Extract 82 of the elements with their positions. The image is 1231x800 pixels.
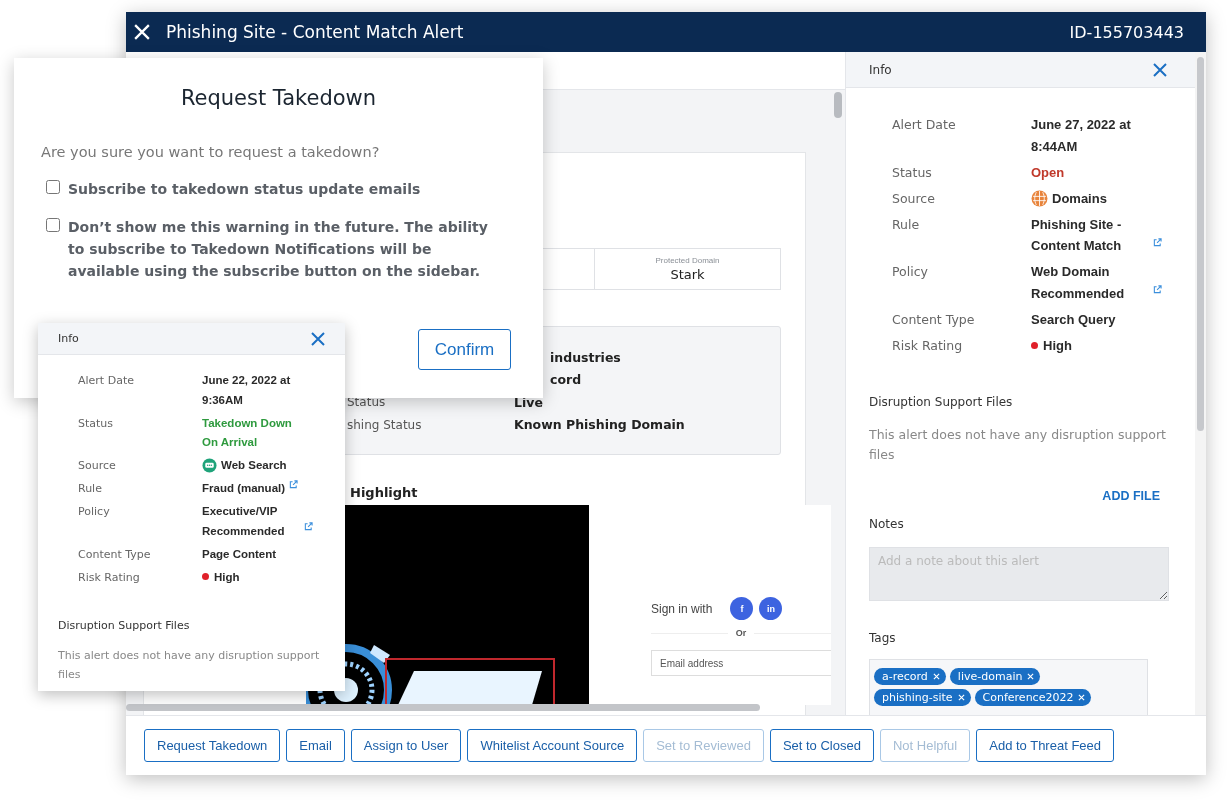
tag[interactable]: a-record bbox=[874, 667, 946, 685]
field-value[interactable]: Fraud (manual) bbox=[202, 479, 286, 499]
alert-id: ID-155703443 bbox=[1069, 22, 1184, 42]
field-label: Content Type bbox=[78, 546, 152, 563]
field-label: Alert Date bbox=[892, 116, 957, 134]
tag[interactable]: Conference2022 bbox=[974, 688, 1092, 706]
tag-label: Conference2022 bbox=[982, 690, 1074, 704]
checkbox-label: Don’t show me this warning in the future. The ability to subscribe to Takedown Notifications will be available using the subscribe button on the sidebar. bbox=[68, 218, 489, 281]
empty-message: This alert does not have any disruption support files bbox=[58, 648, 321, 683]
external-link-icon[interactable] bbox=[1153, 285, 1162, 294]
field-label: Alert Date bbox=[78, 373, 135, 389]
field-value[interactable]: Executive/VIP Recommended bbox=[202, 502, 300, 541]
field-label: Content Type bbox=[892, 310, 976, 329]
social-button[interactable]: in bbox=[759, 597, 783, 620]
field-label: Status bbox=[892, 163, 933, 182]
panel-title: Info bbox=[869, 62, 892, 77]
action-button[interactable]: Add to Threat Feed bbox=[976, 729, 1114, 762]
field-value: Known Phishing Domain bbox=[514, 417, 685, 433]
section-title: Notes bbox=[869, 516, 905, 531]
add-file-link[interactable]: ADD FILE bbox=[1102, 488, 1160, 503]
field-label: Source bbox=[892, 189, 936, 208]
dialog-title: Request Takedown bbox=[179, 86, 378, 110]
tag-label: a-record bbox=[882, 669, 928, 683]
email-field[interactable]: Email address bbox=[651, 650, 831, 676]
field-label: Risk Rating bbox=[78, 569, 141, 586]
checkbox[interactable] bbox=[46, 180, 60, 194]
field-label: Source bbox=[78, 458, 117, 474]
confirm-button[interactable]: Confirm bbox=[418, 329, 511, 370]
tag[interactable]: live-domain bbox=[949, 667, 1041, 685]
tag-label: phishing-site bbox=[882, 690, 953, 704]
tag-label: live-domain bbox=[957, 669, 1023, 683]
action-button[interactable]: Assign to User bbox=[350, 729, 462, 762]
external-link-icon[interactable] bbox=[1153, 237, 1162, 247]
field-value[interactable]: Phishing Site - Content Match bbox=[1031, 213, 1149, 257]
action-button[interactable]: Email bbox=[286, 729, 345, 762]
field-value: Page Content bbox=[202, 546, 277, 562]
status-value: Takedown Down On Arrival bbox=[202, 415, 293, 450]
checkbox-label: Subscribe to takedown status update emails bbox=[68, 180, 422, 199]
remove-icon[interactable] bbox=[932, 672, 940, 680]
section-title: Disruption Support Files bbox=[58, 619, 191, 632]
field-label: Status bbox=[78, 415, 115, 432]
section-title: Highlight bbox=[350, 484, 419, 502]
field-label: shing Status bbox=[347, 417, 423, 432]
action-button[interactable]: Request Takedown bbox=[144, 729, 281, 762]
social-button[interactable]: f bbox=[730, 597, 754, 620]
section-title: Disruption Support Files bbox=[869, 394, 1014, 409]
field-value: High bbox=[1043, 336, 1072, 355]
field-value: Live bbox=[514, 394, 543, 410]
field-value: Domains bbox=[1052, 189, 1107, 208]
empty-message: This alert does not have any disruption support files bbox=[869, 425, 1167, 464]
remove-icon[interactable] bbox=[1027, 672, 1035, 680]
tags-field[interactable]: a-record live-domain phishing-site Conference2022 bbox=[869, 658, 1148, 715]
checkbox[interactable] bbox=[46, 218, 60, 232]
action-button[interactable]: Whitelist Account Source bbox=[467, 729, 638, 762]
action-button[interactable]: Set to Closed bbox=[769, 729, 874, 762]
field-label: Protected Domain bbox=[655, 256, 720, 265]
panel-title: Info bbox=[58, 332, 79, 345]
field-value: June 27, 2022 at 8:44AM bbox=[1031, 116, 1132, 156]
field-value: High bbox=[214, 569, 240, 585]
field-value: industries bbox=[550, 349, 621, 365]
external-link-icon[interactable] bbox=[304, 522, 313, 531]
remove-icon[interactable] bbox=[957, 693, 965, 701]
field-value: June 22, 2022 at 9:36AM bbox=[202, 373, 292, 408]
sign-in-label: Sign in with bbox=[651, 601, 713, 616]
field-label: Rule bbox=[78, 481, 103, 497]
remove-icon[interactable] bbox=[1078, 693, 1086, 701]
field-label: Policy bbox=[892, 263, 929, 281]
dialog-question: Are you sure you want to request a takedown? bbox=[41, 144, 381, 160]
field-value: Web Search bbox=[221, 458, 287, 473]
section-title: Tags bbox=[869, 630, 897, 645]
field-value: Stark bbox=[670, 267, 705, 282]
field-label: Policy bbox=[78, 504, 111, 520]
window-title: Phishing Site - Content Match Alert bbox=[166, 22, 465, 42]
field-label: Rule bbox=[892, 215, 921, 234]
field-value: Search Query bbox=[1031, 310, 1116, 329]
separator-text: Or bbox=[735, 628, 747, 638]
field-label: Risk Rating bbox=[892, 336, 964, 355]
field-value[interactable]: Web Domain Recommended bbox=[1031, 261, 1149, 304]
status-value: Open bbox=[1031, 163, 1065, 182]
external-link-icon[interactable] bbox=[289, 479, 299, 489]
field-value: cord bbox=[550, 372, 582, 388]
tag[interactable]: phishing-site bbox=[874, 688, 971, 706]
